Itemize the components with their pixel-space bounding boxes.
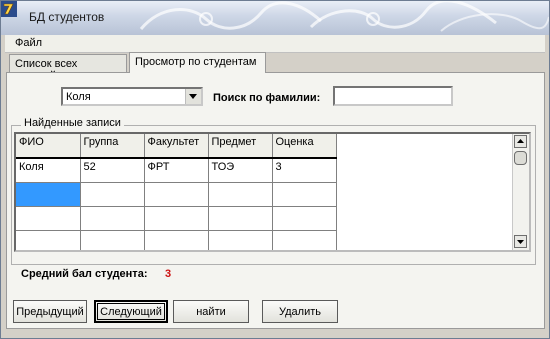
column-header[interactable]: ФИО bbox=[16, 134, 81, 159]
table-cell[interactable] bbox=[208, 182, 273, 207]
table-row[interactable] bbox=[16, 206, 337, 231]
scroll-down-button[interactable] bbox=[514, 235, 527, 248]
table-cell[interactable] bbox=[80, 206, 145, 231]
prev-button[interactable]: Предыдущий bbox=[13, 300, 87, 323]
tab-all-records[interactable]: Список всех записей bbox=[9, 54, 127, 82]
selected-cell[interactable] bbox=[16, 182, 81, 207]
table-row[interactable] bbox=[16, 182, 337, 207]
table-row[interactable]: Коля 52 ФРТ ТОЭ 3 bbox=[16, 158, 337, 183]
student-select[interactable]: Коля bbox=[61, 87, 203, 106]
table-cell[interactable] bbox=[272, 230, 337, 250]
chevron-down-icon bbox=[189, 94, 197, 99]
delete-button[interactable]: Удалить bbox=[262, 300, 338, 323]
search-input[interactable] bbox=[333, 86, 453, 106]
table-cell[interactable] bbox=[80, 182, 145, 207]
app-logo-icon bbox=[1, 1, 17, 17]
group-title: Найденные записи bbox=[21, 117, 124, 129]
table-cell[interactable] bbox=[144, 230, 209, 250]
title-bar[interactable]: БД студентов bbox=[1, 1, 549, 35]
scroll-thumb[interactable] bbox=[514, 151, 527, 165]
arrow-down-icon bbox=[517, 240, 524, 244]
table-cell[interactable] bbox=[272, 206, 337, 231]
table-cell[interactable]: 52 bbox=[80, 158, 145, 183]
table-cell[interactable] bbox=[80, 230, 145, 250]
table-cell[interactable] bbox=[16, 230, 81, 250]
column-header[interactable]: Группа bbox=[80, 134, 145, 159]
next-button[interactable]: Следующий bbox=[94, 300, 168, 323]
menu-file[interactable]: Файл bbox=[15, 37, 42, 49]
column-header[interactable]: Факультет bbox=[144, 134, 209, 159]
scroll-up-button[interactable] bbox=[514, 135, 527, 148]
search-label: Поиск по фамилии: bbox=[213, 92, 321, 104]
table-cell[interactable] bbox=[16, 206, 81, 231]
app-window: БД студентов Файл Список всех записей Пр… bbox=[0, 0, 550, 339]
table-row[interactable] bbox=[16, 230, 337, 250]
arrow-up-icon bbox=[517, 139, 524, 143]
table-cell[interactable] bbox=[208, 206, 273, 231]
dropdown-button[interactable] bbox=[185, 89, 201, 104]
table-cell[interactable] bbox=[208, 230, 273, 250]
table-cell[interactable]: ТОЭ bbox=[208, 158, 273, 183]
table-cell[interactable] bbox=[144, 182, 209, 207]
find-button[interactable]: найти bbox=[173, 300, 249, 323]
average-grade-label: Средний бал студента: bbox=[21, 268, 148, 280]
column-header[interactable]: Предмет bbox=[208, 134, 273, 159]
tab-by-student[interactable]: Просмотр по студентам bbox=[129, 52, 266, 73]
records-table: ФИО Группа Факультет Предмет Оценка Коля… bbox=[16, 134, 337, 250]
window-title: БД студентов bbox=[29, 10, 105, 24]
records-grid[interactable]: ФИО Группа Факультет Предмет Оценка Коля… bbox=[14, 132, 531, 252]
table-cell[interactable]: Коля bbox=[16, 158, 81, 183]
table-cell[interactable] bbox=[144, 206, 209, 231]
table-cell[interactable] bbox=[272, 182, 337, 207]
average-grade-value: 3 bbox=[165, 268, 172, 280]
vertical-scrollbar[interactable] bbox=[512, 134, 529, 250]
menu-bar: Файл bbox=[5, 35, 545, 53]
column-header[interactable]: Оценка bbox=[272, 134, 337, 159]
table-cell[interactable]: ФРТ bbox=[144, 158, 209, 183]
student-select-value: Коля bbox=[66, 91, 91, 103]
header-row: ФИО Группа Факультет Предмет Оценка bbox=[16, 134, 337, 159]
table-cell[interactable]: 3 bbox=[272, 158, 337, 183]
